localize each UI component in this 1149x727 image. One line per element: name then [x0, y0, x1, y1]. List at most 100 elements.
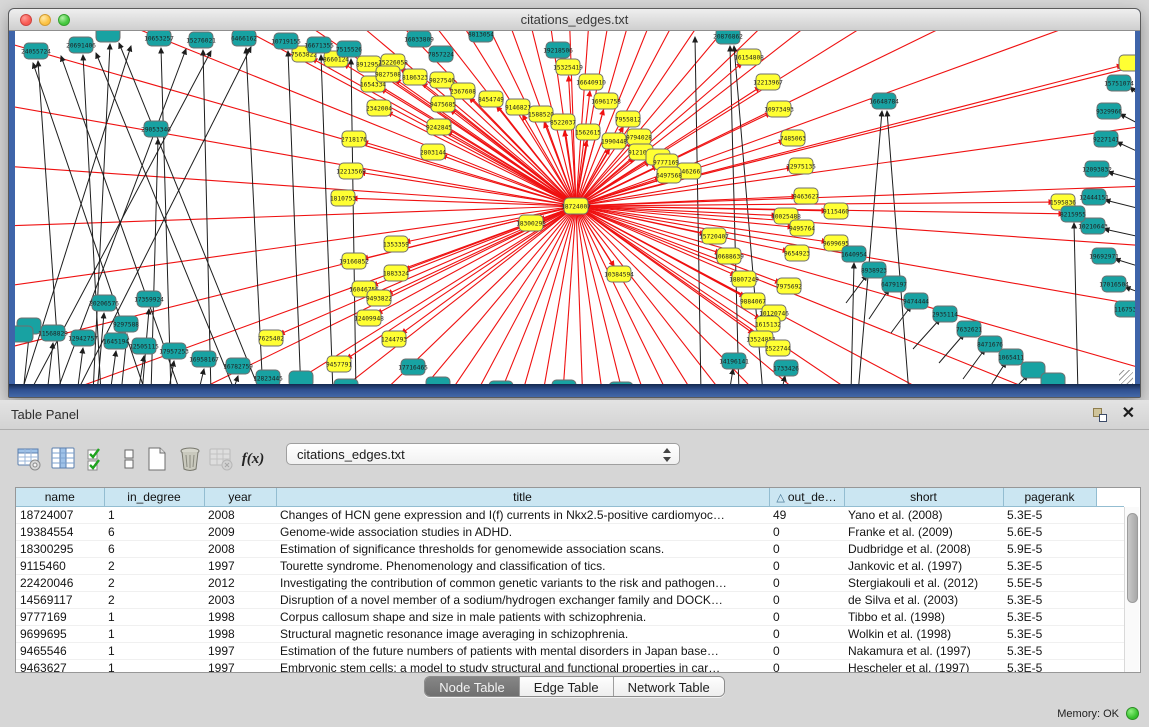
- graph-node[interactable]: 17016504: [1099, 276, 1129, 292]
- table-options-icon[interactable]: [16, 446, 42, 472]
- cell-year[interactable]: 1998: [204, 625, 276, 642]
- graph-node[interactable]: 12093832: [1082, 161, 1112, 177]
- graph-node[interactable]: 1733426: [773, 360, 799, 376]
- graph-node[interactable]: 16154808: [734, 49, 764, 65]
- cell-in_degree[interactable]: 2: [104, 591, 204, 608]
- graph-node[interactable]: 19166852: [339, 253, 369, 269]
- column-header-pagerank[interactable]: pagerank: [1003, 488, 1096, 506]
- cell-out_degree[interactable]: 0: [769, 540, 844, 557]
- delete-icon[interactable]: [177, 446, 203, 472]
- graph-node[interactable]: 6497568: [656, 167, 682, 183]
- graph-node[interactable]: 8454749: [478, 91, 504, 107]
- cell-short[interactable]: Nakamura et al. (1997): [844, 642, 1003, 659]
- graph-node[interactable]: 9794028: [626, 129, 652, 145]
- graph-node[interactable]: 12213967: [753, 74, 783, 90]
- table-row[interactable]: 1456911722003Disruption of a novel membe…: [16, 591, 1124, 608]
- cell-pagerank[interactable]: 5.9E-5: [1003, 540, 1096, 557]
- cell-pagerank[interactable]: 5.3E-5: [1003, 506, 1096, 523]
- cell-out_degree[interactable]: 0: [769, 591, 844, 608]
- graph-node[interactable]: 24055724: [21, 43, 51, 59]
- cell-year[interactable]: 1998: [204, 608, 276, 625]
- resize-grip[interactable]: [1119, 370, 1133, 384]
- function-builder-icon[interactable]: f(x): [240, 446, 266, 472]
- graph-node[interactable]: 2522744: [765, 340, 791, 356]
- cell-year[interactable]: 2012: [204, 574, 276, 591]
- graph-node[interactable]: [15, 326, 33, 342]
- graph-node[interactable]: 20206576: [89, 295, 119, 311]
- cell-title[interactable]: Disruption of a novel member of a sodium…: [276, 591, 769, 608]
- table-row[interactable]: 1872400712008Changes of HCN gene express…: [16, 506, 1124, 523]
- cell-out_degree[interactable]: 0: [769, 608, 844, 625]
- graph-node[interactable]: 6479197: [881, 276, 907, 292]
- table-columns-icon[interactable]: [50, 446, 76, 472]
- graph-node[interactable]: 2367608: [450, 83, 476, 99]
- tab-node-table[interactable]: Node Table: [425, 677, 520, 697]
- graph-node[interactable]: 7485063: [780, 130, 806, 146]
- cell-year[interactable]: 2009: [204, 523, 276, 540]
- graph-node[interactable]: 9242845: [426, 119, 452, 135]
- table-row[interactable]: 946554611997Estimation of the future num…: [16, 642, 1124, 659]
- table-row[interactable]: 946362711997Embryonic stem cells: a mode…: [16, 659, 1124, 673]
- cell-name[interactable]: 9777169: [16, 608, 104, 625]
- graph-node[interactable]: 12505115: [129, 338, 159, 354]
- graph-node[interactable]: [334, 379, 358, 386]
- graph-node[interactable]: 9475685: [430, 96, 456, 112]
- graph-node[interactable]: 9115460: [823, 203, 849, 219]
- cell-year[interactable]: 2008: [204, 540, 276, 557]
- cell-year[interactable]: 2003: [204, 591, 276, 608]
- tab-edge-table[interactable]: Edge Table: [520, 677, 614, 697]
- graph-node[interactable]: 7625402: [258, 330, 284, 346]
- cell-year[interactable]: 1997: [204, 659, 276, 673]
- cell-out_degree[interactable]: 49: [769, 506, 844, 523]
- graph-node[interactable]: 16648784: [869, 93, 899, 109]
- graph-node[interactable]: 16671355: [304, 37, 334, 53]
- cell-name[interactable]: 22420046: [16, 574, 104, 591]
- graph-node[interactable]: 16640910: [576, 74, 606, 90]
- graph-node[interactable]: 1353359: [383, 236, 409, 252]
- cell-title[interactable]: Corpus callosum shape and size in male p…: [276, 608, 769, 625]
- graph-node[interactable]: 9495764: [789, 220, 815, 236]
- cell-title[interactable]: Estimation of the future numbers of pati…: [276, 642, 769, 659]
- graph-node[interactable]: 9463627: [793, 188, 819, 204]
- cell-in_degree[interactable]: 1: [104, 506, 204, 523]
- table-row[interactable]: 977716911998Corpus callosum shape and si…: [16, 608, 1124, 625]
- graph-node[interactable]: 1883324: [383, 265, 409, 281]
- cell-out_degree[interactable]: 0: [769, 557, 844, 574]
- graph-node[interactable]: 8215955: [1060, 206, 1086, 222]
- graph-node[interactable]: [1041, 373, 1065, 386]
- graph-node[interactable]: 15751074: [1104, 75, 1134, 91]
- graph-node[interactable]: 10653257: [144, 31, 174, 46]
- graph-node[interactable]: 10719155: [271, 33, 301, 49]
- graph-node[interactable]: 16958167: [189, 351, 219, 367]
- graph-node[interactable]: [96, 31, 120, 42]
- graph-node[interactable]: 9493822: [366, 290, 392, 306]
- graph-node[interactable]: 19692971: [1089, 248, 1119, 264]
- column-header-name[interactable]: name: [16, 488, 104, 506]
- cell-name[interactable]: 9699695: [16, 625, 104, 642]
- cell-title[interactable]: Tourette syndrome. Phenomenology and cla…: [276, 557, 769, 574]
- graph-node[interactable]: 15276021: [186, 32, 216, 48]
- table-scrollbar-thumb[interactable]: [1127, 513, 1138, 603]
- graph-node[interactable]: 20691406: [66, 37, 96, 53]
- cell-name[interactable]: 18300295: [16, 540, 104, 557]
- cell-year[interactable]: 1997: [204, 557, 276, 574]
- cell-pagerank[interactable]: 5.3E-5: [1003, 642, 1096, 659]
- column-header-out_degree[interactable]: △out_de…: [769, 488, 844, 506]
- table-row[interactable]: 2242004622012Investigating the contribut…: [16, 574, 1124, 591]
- graph-node[interactable]: 15325419: [553, 59, 583, 75]
- graph-node[interactable]: 20876862: [713, 31, 743, 44]
- cell-name[interactable]: 9465546: [16, 642, 104, 659]
- graph-node[interactable]: 8471676: [977, 336, 1003, 352]
- cell-short[interactable]: Hescheler et al. (1997): [844, 659, 1003, 673]
- graph-node[interactable]: 12823445: [253, 370, 283, 386]
- cell-name[interactable]: 14569117: [16, 591, 104, 608]
- graph-node[interactable]: 17359924: [134, 291, 164, 307]
- cell-in_degree[interactable]: 6: [104, 523, 204, 540]
- cell-out_degree[interactable]: 0: [769, 625, 844, 642]
- graph-node[interactable]: 12975135: [786, 158, 816, 174]
- graph-node[interactable]: 10688639: [714, 248, 744, 264]
- graph-node[interactable]: 14196141: [719, 353, 749, 369]
- table-row[interactable]: 1830029562008Estimation of significance …: [16, 540, 1124, 557]
- cell-pagerank[interactable]: 5.3E-5: [1003, 557, 1096, 574]
- memory-status-icon[interactable]: [1126, 707, 1139, 720]
